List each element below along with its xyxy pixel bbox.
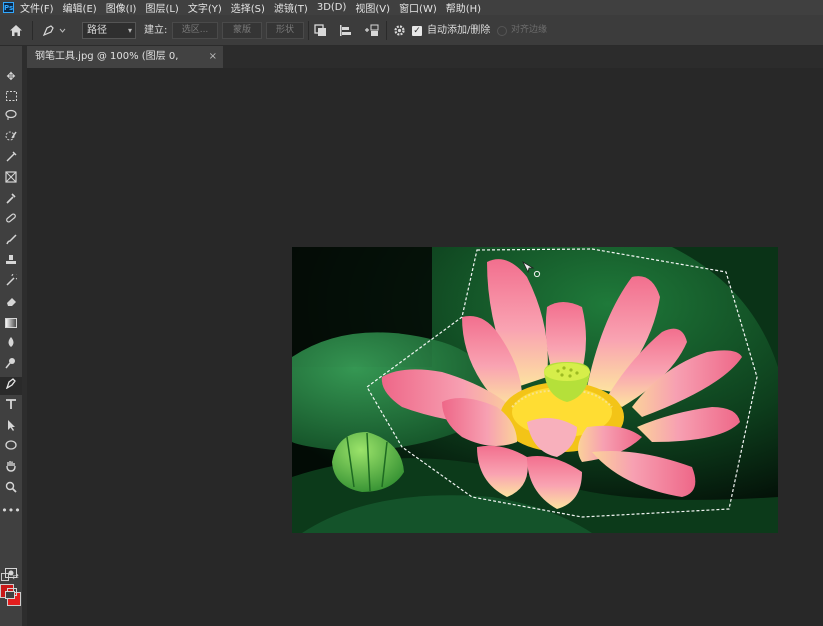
crop-tool-icon[interactable] — [0, 171, 22, 189]
tools-panel: ✥ ••• ⇄ — [0, 46, 22, 626]
menu-filter[interactable]: 滤镜(T) — [274, 0, 308, 15]
object-select-tool-icon[interactable] — [0, 150, 22, 168]
align-edges-checkbox[interactable] — [497, 26, 507, 36]
canvas-area — [27, 68, 823, 626]
menu-file[interactable]: 文件(F) — [20, 0, 54, 15]
make-shape-button[interactable]: 形状 — [266, 22, 304, 39]
eraser-tool-icon[interactable] — [0, 295, 22, 313]
tool-mode-value: 路径 — [87, 25, 107, 36]
move-tool-icon[interactable]: ✥ — [0, 68, 22, 86]
make-mask-button[interactable]: 蒙版 — [222, 22, 262, 39]
pen-tool-preset-icon[interactable] — [42, 15, 66, 46]
make-label: 建立: — [144, 25, 168, 36]
document-tab[interactable]: 钢笔工具.jpg @ 100% (图层 0, RGB/8#) * × — [27, 46, 223, 84]
menu-window[interactable]: 窗口(W) — [399, 0, 437, 15]
gear-icon[interactable] — [393, 15, 406, 46]
rect-marquee-tool-icon[interactable] — [0, 89, 22, 107]
menu-bar: Ps 文件(F) 编辑(E) 图像(I) 图层(L) 文字(Y) 选择(S) 滤… — [0, 0, 823, 15]
auto-add-delete-checkbox[interactable]: ✓ — [412, 26, 422, 36]
eyedropper-tool-icon[interactable] — [0, 192, 22, 210]
close-icon[interactable]: × — [209, 46, 217, 68]
path-operations-icon[interactable] — [314, 15, 327, 46]
tool-mode-select[interactable]: 路径 ▾ — [82, 22, 136, 39]
path-alignment-icon[interactable] — [339, 15, 352, 46]
healing-brush-tool-icon[interactable] — [0, 212, 22, 230]
menu-image[interactable]: 图像(I) — [106, 0, 137, 15]
document-tab-bar: 钢笔工具.jpg @ 100% (图层 0, RGB/8#) * × — [27, 46, 823, 84]
path-selection-tool-icon[interactable] — [0, 419, 22, 437]
path-arrangement-icon[interactable] — [364, 15, 380, 46]
divider — [32, 21, 33, 40]
lasso-tool-icon[interactable] — [0, 109, 22, 127]
menu-edit[interactable]: 编辑(E) — [63, 0, 97, 15]
menu-type[interactable]: 文字(Y) — [188, 0, 222, 15]
ellipse-tool-icon[interactable] — [0, 439, 22, 457]
screen-mode-icon[interactable] — [0, 587, 22, 605]
menu-layer[interactable]: 图层(L) — [145, 0, 178, 15]
blur-tool-icon[interactable] — [0, 336, 22, 354]
more-tools-icon[interactable]: ••• — [0, 502, 22, 520]
options-bar: 路径 ▾ 建立: 选区... 蒙版 形状 ✓ 自动添加/删除 对齐边缘 — [0, 15, 823, 46]
menu-view[interactable]: 视图(V) — [355, 0, 390, 15]
type-tool-icon[interactable] — [0, 398, 22, 416]
make-selection-button[interactable]: 选区... — [172, 22, 218, 39]
photoshop-logo: Ps — [3, 2, 14, 13]
pen-tool-icon[interactable] — [0, 377, 22, 395]
dodge-tool-icon[interactable] — [0, 357, 22, 375]
quick-mask-icon[interactable] — [0, 566, 22, 584]
gradient-tool-icon[interactable] — [0, 316, 22, 334]
divider — [308, 21, 309, 40]
auto-add-delete-label: 自动添加/删除 — [427, 25, 491, 36]
history-brush-tool-icon[interactable] — [0, 272, 22, 292]
chevron-down-icon: ▾ — [127, 26, 132, 35]
lotus-photo[interactable] — [292, 247, 778, 533]
align-edges-label: 对齐边缘 — [511, 25, 548, 35]
divider — [386, 21, 387, 40]
quick-select-tool-icon[interactable] — [0, 130, 22, 148]
home-icon[interactable] — [9, 15, 23, 46]
menu-select[interactable]: 选择(S) — [231, 0, 265, 15]
hand-tool-icon[interactable] — [0, 460, 22, 478]
brush-tool-icon[interactable] — [0, 233, 22, 251]
zoom-tool-icon[interactable] — [0, 481, 22, 499]
menu-3d[interactable]: 3D(D) — [317, 2, 347, 13]
menu-help[interactable]: 帮助(H) — [446, 0, 481, 15]
clone-stamp-tool-icon[interactable] — [0, 254, 22, 272]
